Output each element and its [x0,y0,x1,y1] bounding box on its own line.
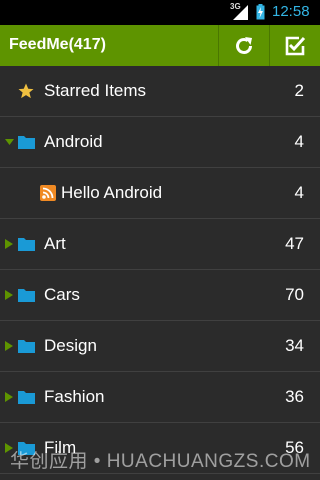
list-item-label: Fashion [44,387,105,406]
list-item-design[interactable]: Design 34 [0,321,320,372]
mark-all-read-button[interactable] [269,25,320,66]
app-title[interactable]: FeedMe(417) [9,36,106,54]
checkbox-checked-icon [285,36,306,55]
folder-icon [18,340,35,353]
folder-icon [18,391,35,404]
collapsed-arrow-icon[interactable] [5,290,13,300]
feed-list: Starred Items 2 Android 4 Hello Android … [0,66,320,474]
folder-icon [18,238,35,251]
list-item-starred[interactable]: Starred Items 2 [0,66,320,117]
watermark: 华创应用 • HUACHUANGZS.COM [10,451,311,472]
unread-count: 47 [285,234,304,253]
star-icon [18,83,34,99]
unread-count: 34 [285,336,304,355]
signal-icon [233,5,248,20]
unread-count: 70 [285,285,304,304]
refresh-button[interactable] [218,25,269,66]
collapsed-arrow-icon[interactable] [5,239,13,249]
list-item-art[interactable]: Art 47 [0,219,320,270]
expanded-arrow-icon[interactable] [5,139,14,145]
rss-icon [40,185,56,201]
unread-count: 4 [294,132,304,151]
action-bar: FeedMe(417) [0,25,320,66]
list-item-label: Starred Items [44,81,147,100]
list-item-fashion[interactable]: Fashion 36 [0,372,320,423]
battery-icon [256,4,265,20]
list-item-android[interactable]: Android 4 [0,117,320,168]
unread-count: 4 [294,183,304,202]
list-item-label: Hello Android [61,183,163,202]
list-item-label: Art [44,234,66,253]
clock: 12:58 [272,3,310,20]
list-item-label: Cars [44,285,80,304]
unread-count: 2 [294,81,304,100]
status-bar: 3G 12:58 [0,0,320,25]
list-item-cars[interactable]: Cars 70 [0,270,320,321]
refresh-icon [236,36,252,54]
unread-count: 36 [285,387,304,406]
collapsed-arrow-icon[interactable] [5,341,13,351]
collapsed-arrow-icon[interactable] [5,392,13,402]
list-item-label: Design [44,336,97,355]
list-item-label: Android [44,132,103,151]
folder-icon [18,289,35,302]
list-item-hello-android[interactable]: Hello Android 4 [0,168,320,219]
folder-icon [18,136,35,149]
